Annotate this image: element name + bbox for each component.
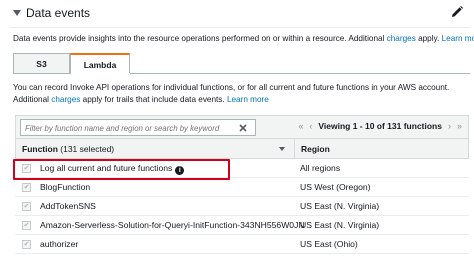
lambda-desc-line2: Additional charges apply for trails that…: [13, 94, 468, 106]
table-header: Function (131 selected) Region: [15, 139, 469, 159]
column-header-region[interactable]: Region: [301, 144, 330, 154]
function-cell: AddTokenSNS: [40, 201, 96, 211]
description-text: Data events provide insights into the re…: [13, 34, 387, 43]
section-description: Data events provide insights into the re…: [13, 34, 474, 43]
row-checkbox[interactable]: ✔: [22, 240, 31, 249]
clear-icon[interactable]: [238, 123, 248, 133]
active-tab-gap: [71, 73, 130, 74]
function-cell: authorizer: [40, 239, 79, 249]
next-page-icon[interactable]: ›: [448, 121, 451, 131]
lambda-desc-mid: apply for trails that include data event…: [80, 95, 227, 104]
column-divider: [294, 139, 295, 159]
sort-down-icon[interactable]: [279, 147, 285, 151]
section-title: Data events: [26, 6, 91, 20]
viewing-count: Viewing 1 - 10 of 131 functions: [318, 121, 442, 131]
filter-input[interactable]: [25, 122, 225, 134]
tab-s3[interactable]: S3: [13, 53, 70, 74]
last-page-icon[interactable]: »: [457, 121, 462, 131]
checkmark-icon: ✔: [23, 184, 30, 191]
first-page-icon[interactable]: «: [298, 121, 303, 131]
charges-link[interactable]: charges: [387, 34, 416, 43]
table-row[interactable]: ✔ Amazon-Serverless-Solution-for-Queryi-…: [15, 216, 469, 235]
table-toolbar: « ‹ Viewing 1 - 10 of 131 functions › »: [15, 115, 469, 139]
learn-more-link[interactable]: Learn more: [442, 34, 474, 43]
row-checkbox[interactable]: ✔: [22, 183, 31, 192]
checkmark-icon: ✔: [23, 203, 30, 210]
table-row[interactable]: ✔ authorizer US East (Ohio): [15, 235, 469, 254]
filter-box[interactable]: [20, 119, 256, 136]
region-cell: US East (Ohio): [300, 239, 358, 249]
table-row[interactable]: ✔ BlogFunction US West (Oregon): [15, 178, 469, 197]
checkmark-icon: ✔: [23, 241, 30, 248]
pencil-icon[interactable]: [450, 5, 464, 19]
divider: [10, 27, 470, 28]
column-header-function[interactable]: Function (131 selected): [22, 144, 114, 154]
pagination: « ‹ Viewing 1 - 10 of 131 functions › »: [298, 121, 462, 131]
caret-down-icon[interactable]: [13, 10, 21, 16]
lambda-desc-line1: You can record Invoke API operations for…: [13, 83, 450, 92]
checkmark-icon: ✔: [23, 222, 30, 229]
selected-count: (131 selected): [60, 144, 115, 154]
highlight-box: [13, 159, 230, 180]
section-header[interactable]: Data events: [0, 0, 474, 27]
lambda-charges-link[interactable]: charges: [51, 95, 80, 104]
lambda-learn-more-link[interactable]: Learn more: [227, 95, 269, 104]
region-cell: All regions: [300, 163, 341, 173]
lambda-description: You can record Invoke API operations for…: [13, 82, 468, 106]
function-header-label: Function: [22, 144, 58, 154]
prev-page-icon[interactable]: ‹: [309, 121, 312, 131]
function-cell: Amazon-Serverless-Solution-for-Queryi-In…: [40, 220, 305, 230]
lambda-desc-pre: Additional: [13, 95, 52, 104]
function-cell: BlogFunction: [40, 182, 91, 192]
tab-lambda[interactable]: Lambda: [70, 53, 130, 74]
region-cell: US East (N. Virginia): [300, 220, 380, 230]
region-cell: US East (N. Virginia): [300, 201, 380, 211]
row-checkbox[interactable]: ✔: [22, 221, 31, 230]
row-checkbox[interactable]: ✔: [22, 202, 31, 211]
description-text-after: apply.: [415, 34, 442, 43]
region-cell: US West (Oregon): [300, 182, 371, 192]
table-row[interactable]: ✔ AddTokenSNS US East (N. Virginia): [15, 197, 469, 216]
